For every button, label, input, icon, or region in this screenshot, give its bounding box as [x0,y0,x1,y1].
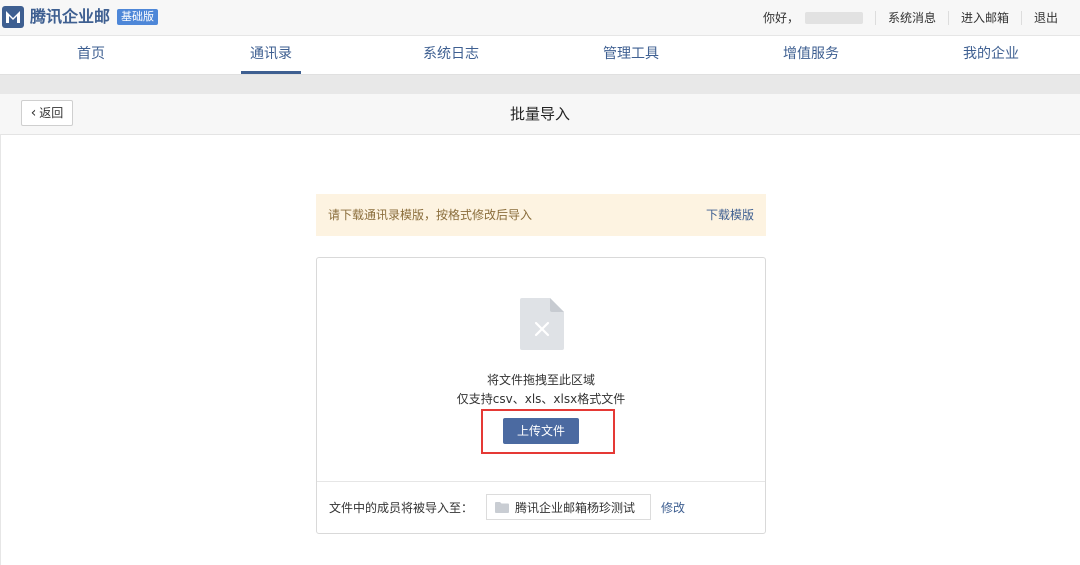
system-messages-link[interactable]: 系统消息 [874,10,948,25]
page-title: 批量导入 [509,105,570,123]
enter-mailbox-link[interactable]: 进入邮箱 [947,10,1021,25]
drop-hint: 将文件拖拽至此区域 仅支持csv、xls、xlsx格式文件 [317,371,765,409]
modify-link[interactable]: 修改 [661,496,685,520]
logo-icon[interactable] [2,6,24,28]
file-x-icon [520,298,564,350]
tab-value-added[interactable]: 增值服务 [766,36,856,74]
tab-my-company[interactable]: 我的企业 [946,36,1036,74]
tab-admin-tools[interactable]: 管理工具 [586,36,676,74]
back-button[interactable]: ‹ 返回 [21,100,73,126]
main-nav: 首页 通讯录 系统日志 管理工具 增值服务 我的企业 [0,36,1080,75]
sub-header: 批量导入 ‹ 返回 [0,94,1080,135]
formats-hint-text: 仅支持csv、xls、xlsx格式文件 [456,392,626,406]
greeting-text: 你好， [762,11,799,25]
destination-label: 文件中的成员将被导入至： [329,501,474,515]
destination-value: 腾讯企业邮箱杨珍测试 [515,500,636,515]
top-bar: 腾讯企业邮 基础版 你好， 系统消息 进入邮箱 退出 [0,0,1080,36]
destination-field[interactable]: 腾讯企业邮箱杨珍测试 [486,494,651,520]
divider-band [0,75,1080,94]
tab-system-log[interactable]: 系统日志 [406,36,496,74]
upload-file-button[interactable]: 上传文件 [503,418,579,444]
edition-badge: 基础版 [117,9,158,25]
drop-hint-text: 将文件拖拽至此区域 [486,373,595,387]
tab-contacts[interactable]: 通讯录 [241,36,301,74]
panel-divider [317,481,765,482]
chevron-left-icon: ‹ [30,105,37,121]
tab-home[interactable]: 首页 [46,36,136,74]
folder-icon [495,501,509,513]
notice-text: 请下载通讯录模版，按格式修改后导入 [328,208,533,222]
brand-name[interactable]: 腾讯企业邮 [30,6,110,28]
upload-panel[interactable]: 将文件拖拽至此区域 仅支持csv、xls、xlsx格式文件 上传文件 文件中的成… [316,257,766,534]
left-border [0,134,1,565]
template-notice: 请下载通讯录模版，按格式修改后导入 下载模版 [316,194,766,236]
top-nav: 你好， 系统消息 进入邮箱 退出 [763,0,1070,35]
download-template-link[interactable]: 下载模版 [706,194,754,236]
back-label: 返回 [39,106,64,120]
logout-link[interactable]: 退出 [1020,10,1070,25]
username-mask [804,11,863,24]
